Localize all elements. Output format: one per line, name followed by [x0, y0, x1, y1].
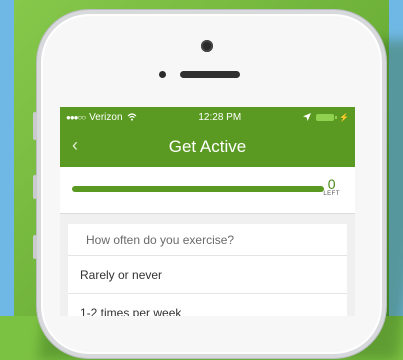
wifi-icon [127, 113, 136, 121]
status-bar: ●●●○○ Verizon 12:28 PM ⚡ [60, 107, 355, 127]
answer-option-rarely[interactable]: Rarely or never [68, 256, 347, 294]
phone-screen: ●●●○○ Verizon 12:28 PM ⚡ ‹ Get Active 0 … [60, 107, 355, 316]
answer-option-label: Rarely or never [80, 267, 163, 282]
proximity-sensor [159, 71, 166, 78]
battery-charging-icon [316, 113, 338, 121]
navigation-bar: ‹ Get Active [60, 127, 355, 167]
remaining-counter: 0 LEFT [323, 177, 340, 197]
location-arrow-icon [303, 113, 312, 121]
front-camera-icon [201, 40, 213, 52]
answer-option-label: 1-2 times per week [80, 305, 182, 317]
question-text: How often do you exercise? [86, 232, 235, 247]
charging-bolt-icon: ⚡ [339, 112, 349, 122]
status-time: 12:28 PM [198, 111, 242, 123]
earpiece-speaker [180, 71, 240, 78]
carrier-name: Verizon [89, 111, 123, 123]
background-left-edge [0, 0, 14, 316]
volume-up-button [33, 175, 37, 199]
volume-down-button [33, 235, 37, 259]
signal-strength-icon: ●●●○○ [66, 112, 86, 122]
page-title: Get Active [168, 137, 247, 156]
question-header: How often do you exercise? [68, 224, 347, 256]
progress-section: 0 LEFT [60, 167, 355, 214]
mute-switch [33, 112, 37, 140]
remaining-label: LEFT [323, 191, 340, 197]
answer-option-1-2-times[interactable]: 1-2 times per week [68, 294, 347, 316]
progress-bar [72, 186, 324, 192]
back-chevron-icon[interactable]: ‹ [72, 135, 78, 156]
remaining-count: 0 [327, 176, 336, 192]
